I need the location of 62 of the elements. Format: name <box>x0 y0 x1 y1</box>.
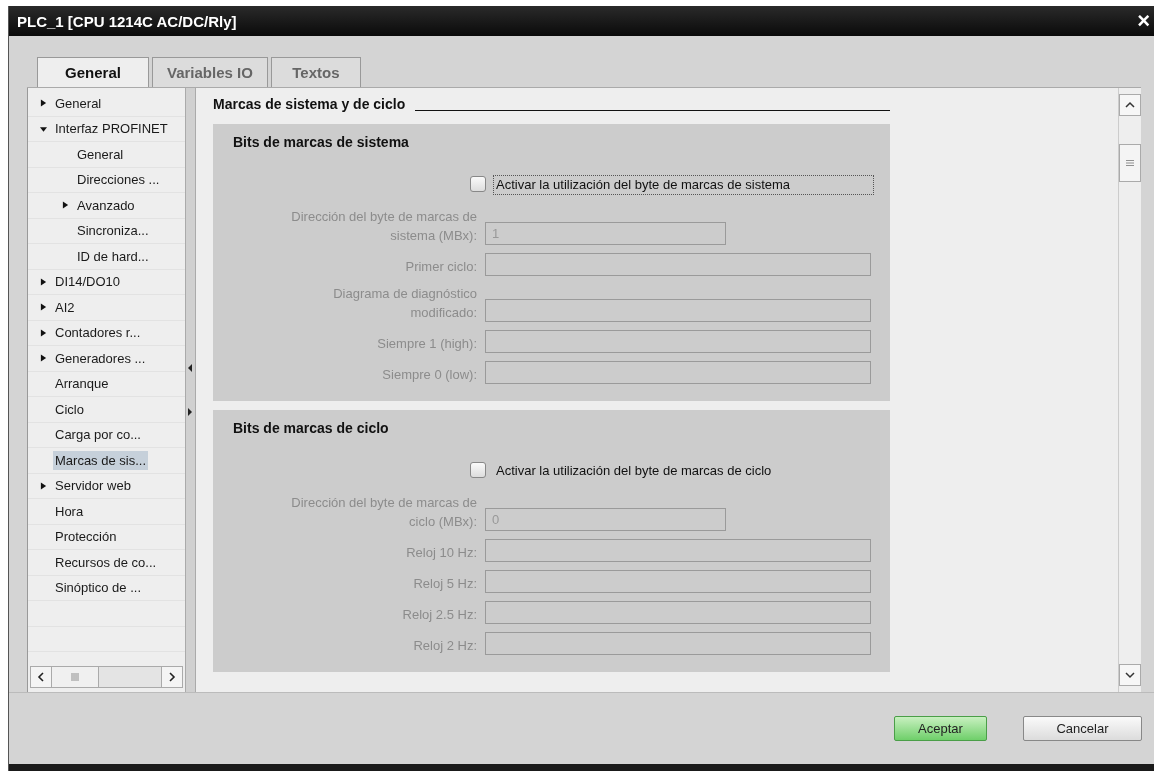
field-label: Dirección del byte de marcas de ciclo (MBx): <box>290 494 478 531</box>
field-label: Reloj 5 Hz: <box>412 575 478 593</box>
grip-icon <box>1126 159 1134 167</box>
scroll-up-icon[interactable] <box>1125 101 1135 109</box>
collapsed-arrow-icon[interactable] <box>62 201 69 210</box>
field-label: Primer ciclo: <box>404 258 478 276</box>
section-title: Marcas de sistema y de ciclo <box>213 96 406 112</box>
tree-item[interactable]: Avanzado <box>75 195 137 215</box>
expanded-arrow-icon[interactable] <box>40 124 47 133</box>
field-label: Reloj 2.5 Hz: <box>401 606 478 624</box>
accept-button[interactable]: Aceptar <box>894 716 987 741</box>
checkbox[interactable] <box>470 462 486 478</box>
field-label: Reloj 10 Hz: <box>405 544 478 562</box>
grip-icon <box>71 673 79 681</box>
collapsed-arrow-icon[interactable] <box>40 277 47 286</box>
field-label: Diagrama de diagnóstico modificado: <box>332 285 478 322</box>
tree-item[interactable]: Generadores ... <box>53 348 148 368</box>
collapsed-arrow-icon[interactable] <box>40 354 47 363</box>
tab[interactable]: Textos <box>270 57 361 87</box>
collapsed-arrow-icon[interactable] <box>40 99 47 108</box>
field-label: Siempre 0 (low): <box>381 366 478 384</box>
tree-item[interactable]: Direcciones ... <box>75 170 162 190</box>
tree-item[interactable]: General <box>53 93 104 113</box>
close-button[interactable]: × <box>1133 10 1154 32</box>
tree-item[interactable]: DI14/DO10 <box>53 272 123 292</box>
checkbox[interactable] <box>470 176 486 192</box>
tree-item[interactable]: ID de hard... <box>75 246 151 266</box>
tree-item[interactable]: Sinóptico de ... <box>53 578 143 598</box>
tree-item[interactable]: Carga por co... <box>53 425 143 445</box>
tree-item[interactable]: Arranque <box>53 374 111 394</box>
field-label: Dirección del byte de marcas de sistema (MBx): <box>290 208 478 245</box>
panel-title: Bits de marcas de sistema <box>233 134 409 150</box>
vertical-scrollbar[interactable] <box>1118 88 1141 692</box>
collapse-left-icon[interactable] <box>188 364 192 372</box>
checkbox-label[interactable]: Activar la utilización del byte de marcas de ciclo <box>493 461 874 481</box>
tree-item[interactable]: Interfaz PROFINET <box>53 119 170 139</box>
panel-title: Bits de marcas de ciclo <box>233 420 389 436</box>
scroll-left-icon[interactable] <box>37 672 45 682</box>
tree-item[interactable]: Marcas de sis... <box>53 450 149 470</box>
tree-item[interactable]: Hora <box>53 501 86 521</box>
window-title: PLC_1 [CPU 1214C AC/DC/Rly] <box>17 12 237 30</box>
scroll-right-icon[interactable] <box>168 672 176 682</box>
collapsed-arrow-icon[interactable] <box>40 481 47 490</box>
tab[interactable]: General <box>37 57 149 87</box>
expand-right-icon[interactable] <box>188 408 192 416</box>
tree-item[interactable]: General <box>75 144 126 164</box>
tree-item[interactable]: Contadores r... <box>53 323 143 343</box>
tree-item[interactable]: Sincroniza... <box>75 221 151 241</box>
tree-item[interactable]: Protección <box>53 527 119 547</box>
tree-item[interactable]: Ciclo <box>53 399 86 419</box>
tree-item[interactable]: Servidor web <box>53 476 133 496</box>
collapsed-arrow-icon[interactable] <box>40 303 47 312</box>
tab[interactable]: Variables IO <box>152 57 268 87</box>
field-label: Reloj 2 Hz: <box>412 637 478 655</box>
cancel-button[interactable]: Cancelar <box>1023 716 1142 741</box>
scroll-down-icon[interactable] <box>1125 671 1135 679</box>
tree-item[interactable]: AI2 <box>53 297 77 317</box>
tree-item[interactable]: Recursos de co... <box>53 552 159 572</box>
collapsed-arrow-icon[interactable] <box>40 328 47 337</box>
field-label: Siempre 1 (high): <box>376 335 478 353</box>
horizontal-scrollbar[interactable] <box>30 666 183 688</box>
checkbox-label[interactable]: Activar la utilización del byte de marcas de sistema <box>493 175 874 195</box>
